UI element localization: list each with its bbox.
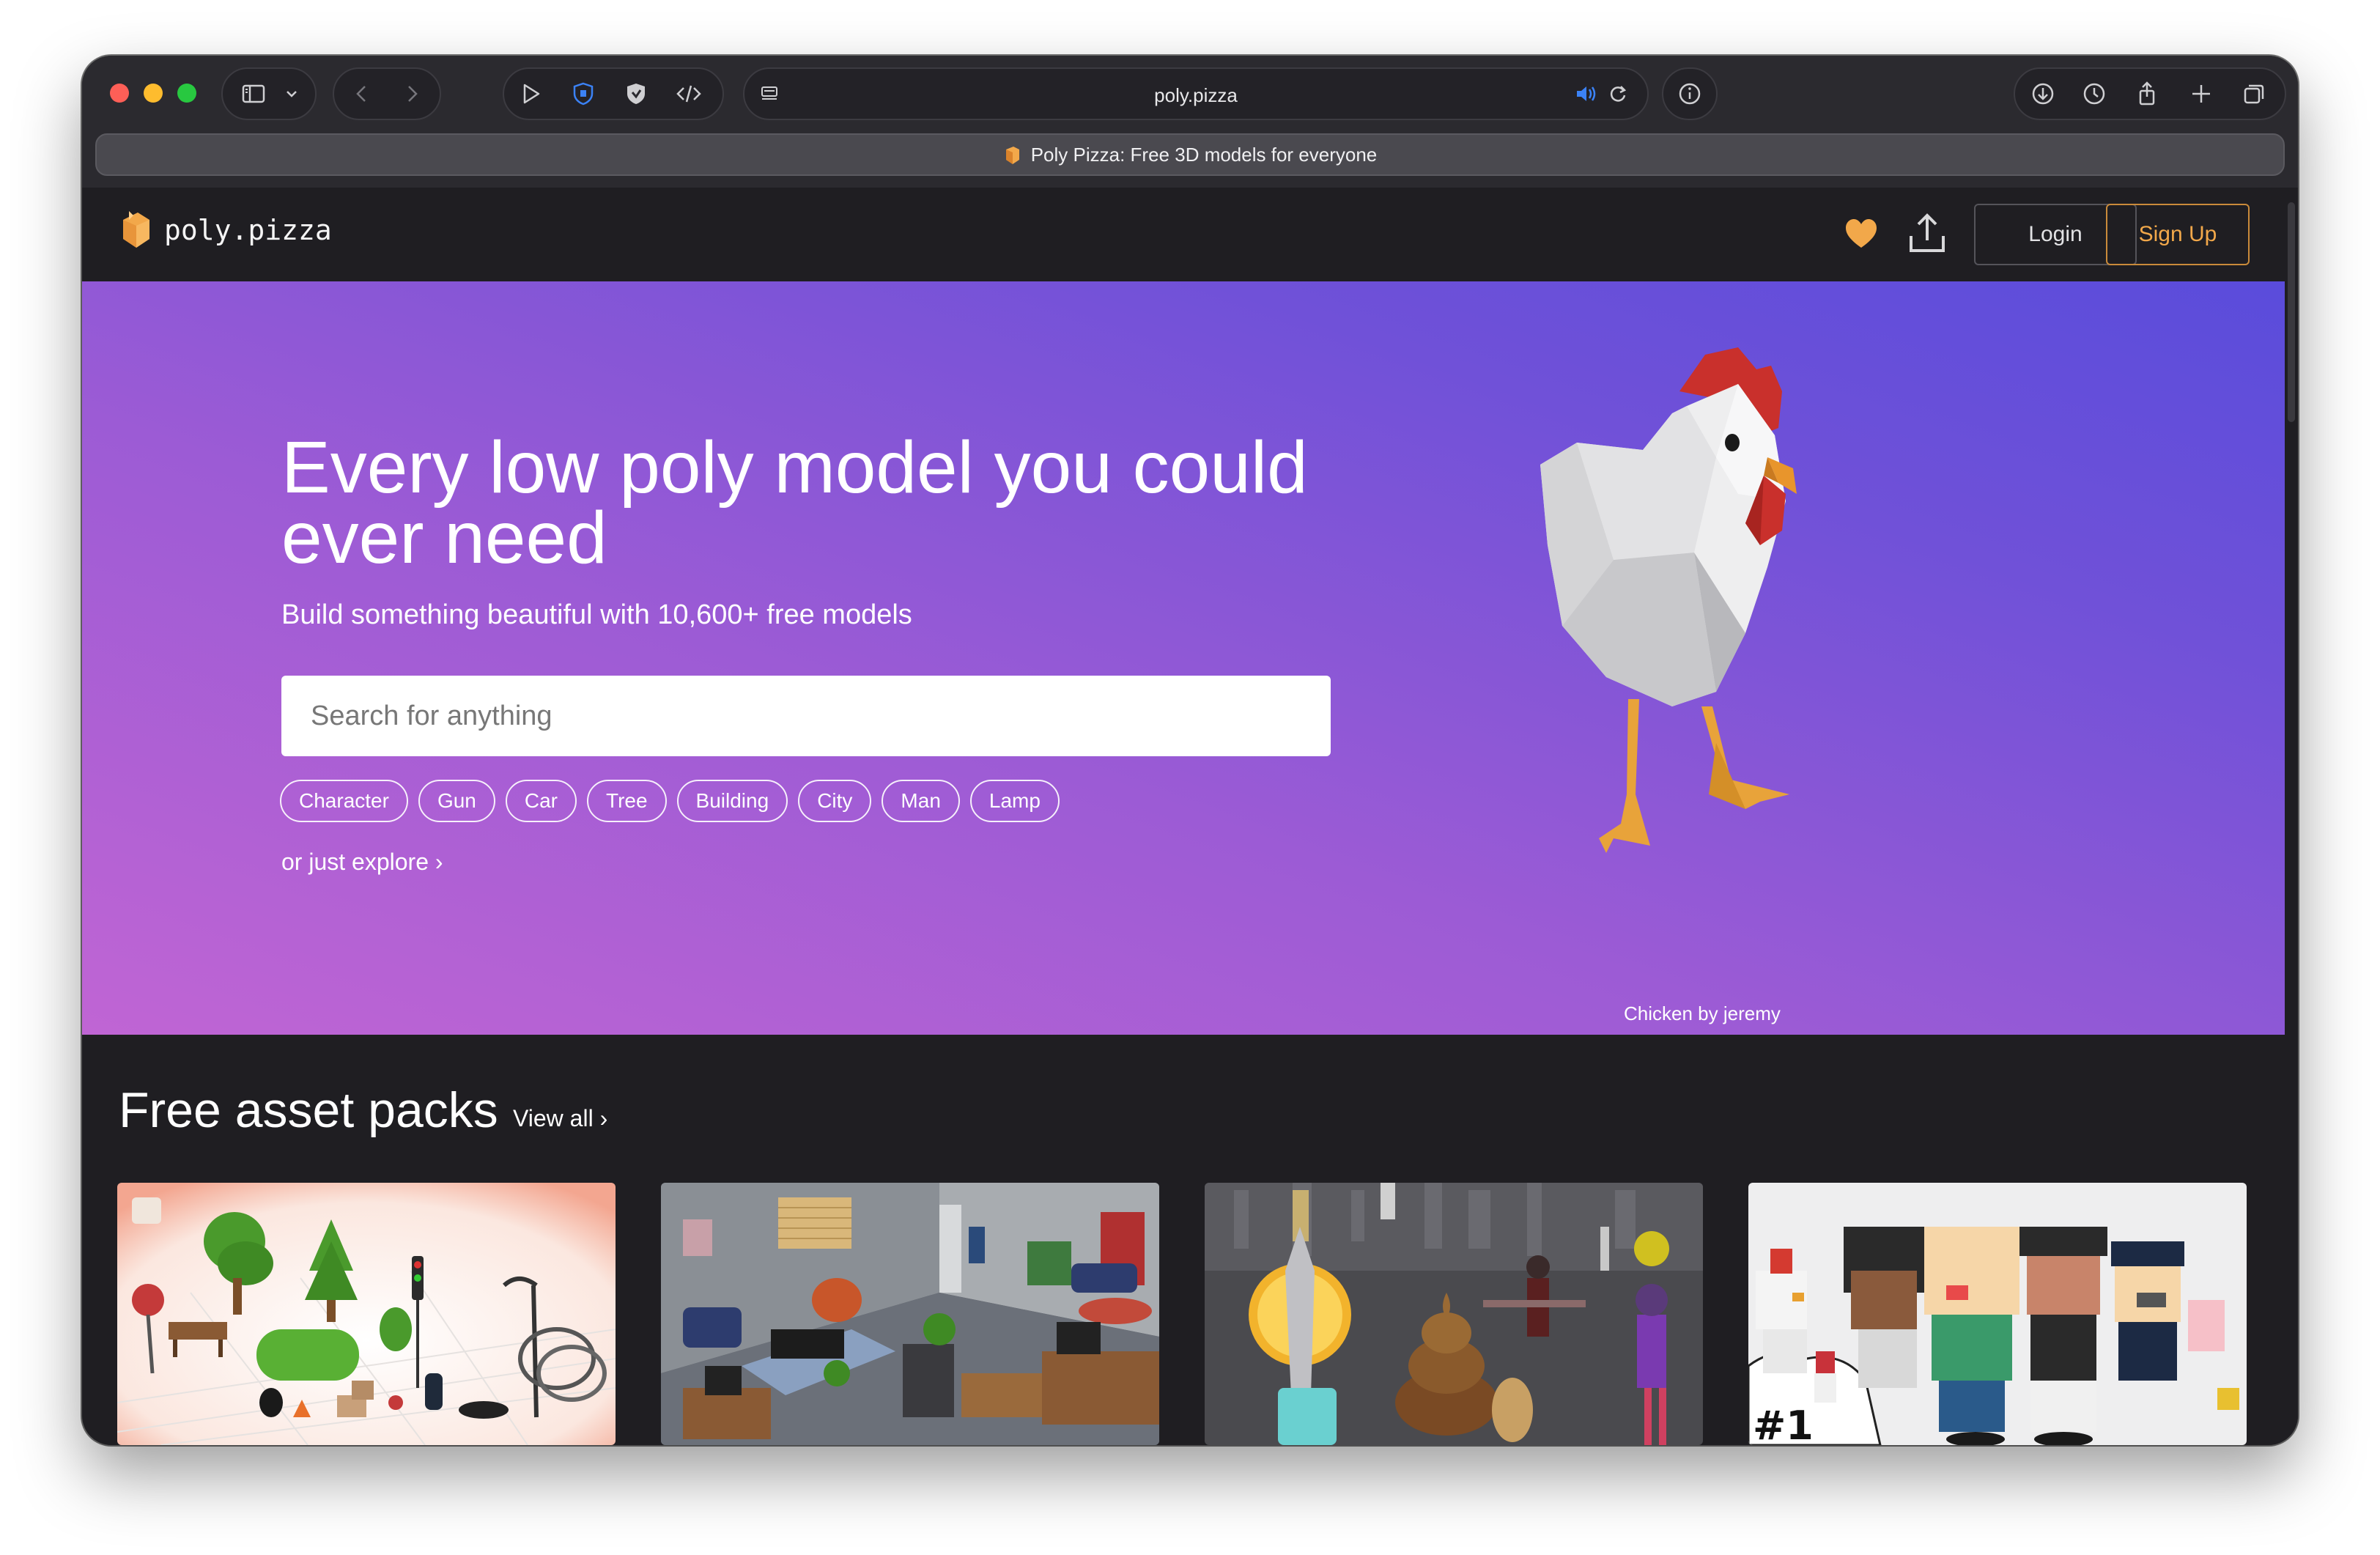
- hero-subtitle: Build something beautiful with 10,600+ f…: [281, 599, 912, 630]
- asset-pack-card[interactable]: #1: [1748, 1183, 2247, 1445]
- minimize-window-button[interactable]: [144, 84, 163, 103]
- chip-gun[interactable]: Gun: [418, 780, 495, 822]
- active-tab[interactable]: Poly Pizza: Free 3D models for everyone: [97, 135, 2283, 174]
- voxel-people-pack-thumbnail: #1: [1748, 1183, 2247, 1445]
- chip-lamp[interactable]: Lamp: [969, 780, 1060, 822]
- code-icon[interactable]: [673, 78, 705, 110]
- browser-toolbar: poly.pizza Poly Pizza: Free 3D models fo…: [82, 56, 2298, 188]
- hero-title: Every low poly model you could ever need: [281, 426, 1308, 579]
- chip-character[interactable]: Character: [280, 780, 408, 822]
- chip-city[interactable]: City: [798, 780, 872, 822]
- password-manager-icon[interactable]: [567, 78, 599, 110]
- close-window-button[interactable]: [110, 84, 129, 103]
- search-input[interactable]: [281, 676, 1331, 756]
- browser-window: poly.pizza Poly Pizza: Free 3D models fo…: [82, 56, 2298, 1445]
- sidebar-icon[interactable]: [237, 78, 270, 110]
- address-bar[interactable]: poly.pizza: [743, 67, 1649, 120]
- page-scrollbar-thumb[interactable]: [2288, 202, 2295, 422]
- office-pack-thumbnail: [661, 1183, 1159, 1445]
- view-all-link[interactable]: View all ›: [513, 1105, 607, 1132]
- chevron-down-icon[interactable]: [276, 78, 308, 110]
- play-icon[interactable]: [514, 78, 547, 110]
- chip-car[interactable]: Car: [505, 780, 577, 822]
- favicon-icon: [1005, 147, 1019, 164]
- info-icon[interactable]: [1674, 78, 1706, 110]
- site-header: poly.pizza Login Sign Up: [82, 188, 2298, 281]
- search-suggestions: Character Gun Car Tree Building City Man…: [280, 780, 1060, 822]
- upload-icon[interactable]: [1907, 211, 1948, 255]
- heart-icon[interactable]: [1844, 217, 1879, 251]
- model-credit[interactable]: Chicken by jeremy: [1624, 1002, 1781, 1025]
- svg-text:#1: #1: [1753, 1403, 1814, 1445]
- explore-link[interactable]: or just explore ›: [281, 849, 443, 876]
- packs-heading: Free asset packs: [119, 1082, 498, 1138]
- downloads-icon[interactable]: [2027, 78, 2059, 110]
- zoom-window-button[interactable]: [177, 84, 196, 103]
- asset-pack-card[interactable]: [1205, 1183, 1703, 1445]
- tab-title-text: Poly Pizza: Free 3D models for everyone: [1030, 144, 1378, 166]
- logo-text: poly.pizza: [164, 214, 332, 246]
- characters-pack-thumbnail: [1205, 1183, 1703, 1445]
- nature-pack-thumbnail: [117, 1183, 616, 1445]
- url-text[interactable]: poly.pizza: [744, 69, 1647, 122]
- forward-icon[interactable]: [396, 78, 428, 110]
- hero-section: Every low poly model you could ever need…: [82, 281, 2285, 1035]
- chip-man[interactable]: Man: [882, 780, 960, 822]
- shield-icon[interactable]: [620, 78, 652, 110]
- chicken-model-image[interactable]: [1496, 325, 1951, 1000]
- reload-icon[interactable]: [1602, 78, 1634, 110]
- asset-pack-card[interactable]: [661, 1183, 1159, 1445]
- site-logo[interactable]: poly.pizza: [119, 210, 332, 251]
- reader-icon[interactable]: [753, 78, 786, 110]
- asset-pack-card[interactable]: [117, 1183, 616, 1445]
- signup-button[interactable]: Sign Up: [2106, 204, 2250, 265]
- chip-tree[interactable]: Tree: [587, 780, 667, 822]
- audio-playing-icon[interactable]: [1570, 78, 1602, 110]
- tab-overview-icon[interactable]: [2238, 78, 2270, 110]
- pizza-logo-icon: [123, 211, 149, 248]
- history-icon[interactable]: [2078, 78, 2110, 110]
- back-icon[interactable]: [346, 78, 378, 110]
- tab-bar[interactable]: Poly Pizza: Free 3D models for everyone: [95, 133, 2285, 176]
- share-icon[interactable]: [2131, 78, 2163, 110]
- new-tab-icon[interactable]: [2185, 78, 2217, 110]
- chip-building[interactable]: Building: [676, 780, 788, 822]
